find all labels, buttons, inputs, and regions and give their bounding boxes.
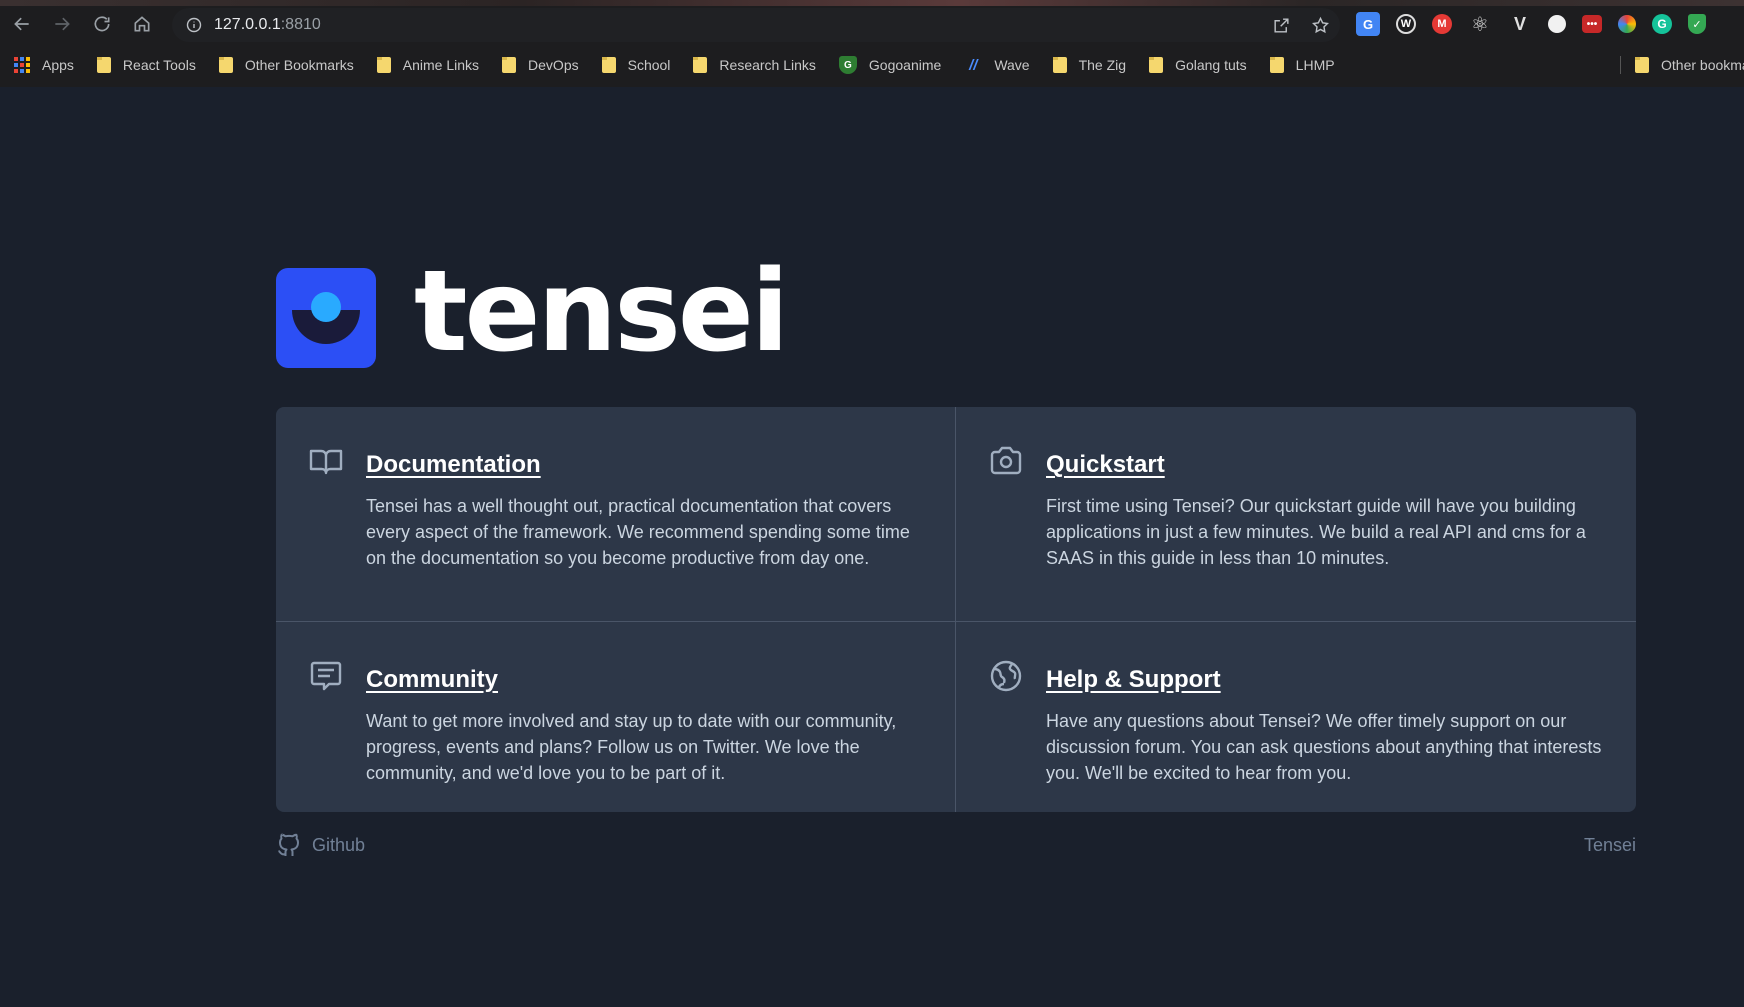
bookmark-apps[interactable]: Apps bbox=[14, 57, 74, 73]
card-description: Want to get more involved and stay up to… bbox=[366, 711, 897, 783]
translate-extension-icon[interactable]: G bbox=[1356, 12, 1380, 36]
back-button[interactable] bbox=[4, 6, 40, 42]
folder-icon bbox=[1052, 57, 1067, 73]
chat-icon bbox=[308, 658, 344, 694]
bookmark-research-links[interactable]: Research Links bbox=[693, 57, 816, 73]
bookmark-other-bookmarks[interactable]: Other Bookmarks bbox=[218, 57, 354, 73]
folder-icon bbox=[693, 57, 708, 73]
card-documentation: Documentation Tensei has a well thought … bbox=[276, 407, 956, 622]
github-link[interactable]: Github bbox=[276, 832, 365, 858]
folder-icon bbox=[218, 57, 233, 73]
red-extension-icon[interactable]: ••• bbox=[1582, 15, 1602, 33]
bookmark-label: Research Links bbox=[719, 57, 816, 73]
wave-icon: // bbox=[969, 56, 978, 74]
bookmark-react-tools[interactable]: React Tools bbox=[96, 57, 196, 73]
url-text[interactable]: 127.0.0.1:8810 bbox=[214, 16, 321, 34]
address-bar[interactable]: 127.0.0.1:8810 bbox=[172, 8, 1340, 42]
folder-icon bbox=[1635, 57, 1649, 73]
globe-icon bbox=[988, 658, 1024, 694]
arrow-left-icon bbox=[14, 17, 29, 31]
bookmark-anime-links[interactable]: Anime Links bbox=[376, 57, 480, 73]
react-devtools-extension-icon[interactable]: ⚛ bbox=[1468, 12, 1492, 36]
camera-icon bbox=[988, 443, 1024, 479]
folder-icon bbox=[1149, 57, 1164, 73]
reload-button[interactable] bbox=[84, 6, 120, 42]
url-port: :8810 bbox=[280, 16, 321, 33]
url-host: 127.0.0.1 bbox=[214, 16, 281, 33]
bookmark-label: The Zig bbox=[1078, 57, 1127, 73]
tensei-logo: tensei bbox=[276, 256, 789, 374]
bookmark-label: Golang tuts bbox=[1175, 57, 1247, 73]
bookmark-label: React Tools bbox=[122, 57, 196, 73]
bookmark-lhmp[interactable]: LHMP bbox=[1269, 57, 1335, 73]
info-icon[interactable] bbox=[186, 17, 202, 33]
bookmark-label: Wave bbox=[994, 57, 1030, 73]
apps-grid-icon bbox=[14, 57, 30, 73]
reload-icon bbox=[94, 16, 110, 32]
card-description: Tensei has a well thought out, practical… bbox=[366, 496, 910, 568]
folder-icon bbox=[601, 57, 616, 73]
color-extension-icon[interactable] bbox=[1618, 15, 1636, 33]
bookmark-label: Other Bookmarks bbox=[244, 57, 354, 73]
bookmark-label: Apps bbox=[42, 57, 74, 73]
bookmarks-bar: Apps React Tools Other Bookmarks Anime L… bbox=[0, 50, 1744, 80]
folder-icon bbox=[96, 57, 111, 73]
bookmark-other-bookmarks-folder[interactable]: Other bookma bbox=[1620, 50, 1744, 80]
m-extension-icon[interactable]: M bbox=[1432, 14, 1452, 34]
bookmark-label: LHMP bbox=[1295, 57, 1335, 73]
bookmark-gogoanime[interactable]: G Gogoanime bbox=[838, 56, 942, 74]
links-grid: Documentation Tensei has a well thought … bbox=[276, 407, 1636, 812]
bookmark-school[interactable]: School bbox=[601, 57, 671, 73]
share-icon[interactable] bbox=[1272, 16, 1291, 35]
browser-toolbar: 127.0.0.1:8810 G W M ⚛ V ••• G ✓ bbox=[0, 0, 1744, 48]
logo-text: tensei bbox=[414, 247, 789, 377]
tensei-footer-link[interactable]: Tensei bbox=[1584, 832, 1636, 858]
tensei-logo-mark-icon bbox=[276, 268, 376, 368]
community-link[interactable]: Community bbox=[366, 658, 498, 702]
w-extension-icon[interactable]: W bbox=[1396, 14, 1416, 34]
folder-icon bbox=[376, 57, 391, 73]
circle-extension-icon[interactable] bbox=[1548, 15, 1566, 33]
bookmark-label: Anime Links bbox=[402, 57, 480, 73]
bookmark-wave[interactable]: // Wave bbox=[964, 56, 1029, 74]
card-quickstart: Quickstart First time using Tensei? Our … bbox=[956, 407, 1636, 622]
card-description: Have any questions about Tensei? We offe… bbox=[1046, 711, 1602, 783]
card-description: First time using Tensei? Our quickstart … bbox=[1046, 496, 1586, 568]
gogoanime-icon: G bbox=[838, 56, 857, 74]
home-button[interactable] bbox=[124, 6, 160, 42]
book-icon bbox=[308, 443, 344, 479]
card-help-support: Help & Support Have any questions about … bbox=[956, 622, 1636, 812]
help-support-link[interactable]: Help & Support bbox=[1046, 658, 1221, 702]
v-extension-icon[interactable]: V bbox=[1508, 12, 1532, 36]
arrow-right-icon bbox=[55, 17, 70, 31]
quickstart-link[interactable]: Quickstart bbox=[1046, 443, 1165, 487]
omnibox-actions bbox=[1272, 8, 1330, 42]
bookmark-golang-tuts[interactable]: Golang tuts bbox=[1149, 57, 1247, 73]
bookmark-separator bbox=[1620, 56, 1621, 74]
folder-icon bbox=[1269, 57, 1284, 73]
bookmark-label: Other bookma bbox=[1661, 57, 1744, 73]
github-icon bbox=[278, 833, 300, 856]
browser-chrome: 127.0.0.1:8810 G W M ⚛ V ••• G ✓ Apps Re… bbox=[0, 0, 1744, 87]
bookmark-devops[interactable]: DevOps bbox=[502, 57, 579, 73]
documentation-link[interactable]: Documentation bbox=[366, 443, 541, 487]
bookmark-label: DevOps bbox=[528, 57, 579, 73]
bookmark-label: School bbox=[627, 57, 671, 73]
grammarly-extension-icon[interactable]: G bbox=[1652, 14, 1672, 34]
shield-extension-icon[interactable]: ✓ bbox=[1688, 14, 1706, 34]
forward-button[interactable] bbox=[44, 6, 80, 42]
bookmark-label: Gogoanime bbox=[868, 57, 942, 73]
card-community: Community Want to get more involved and … bbox=[276, 622, 956, 812]
bookmark-the-zig[interactable]: The Zig bbox=[1052, 57, 1127, 73]
star-icon[interactable] bbox=[1311, 16, 1330, 35]
github-label: Github bbox=[312, 834, 366, 855]
home-icon bbox=[134, 16, 150, 32]
extensions-bar: G W M ⚛ V ••• G ✓ bbox=[1356, 12, 1706, 36]
folder-icon bbox=[502, 57, 517, 73]
